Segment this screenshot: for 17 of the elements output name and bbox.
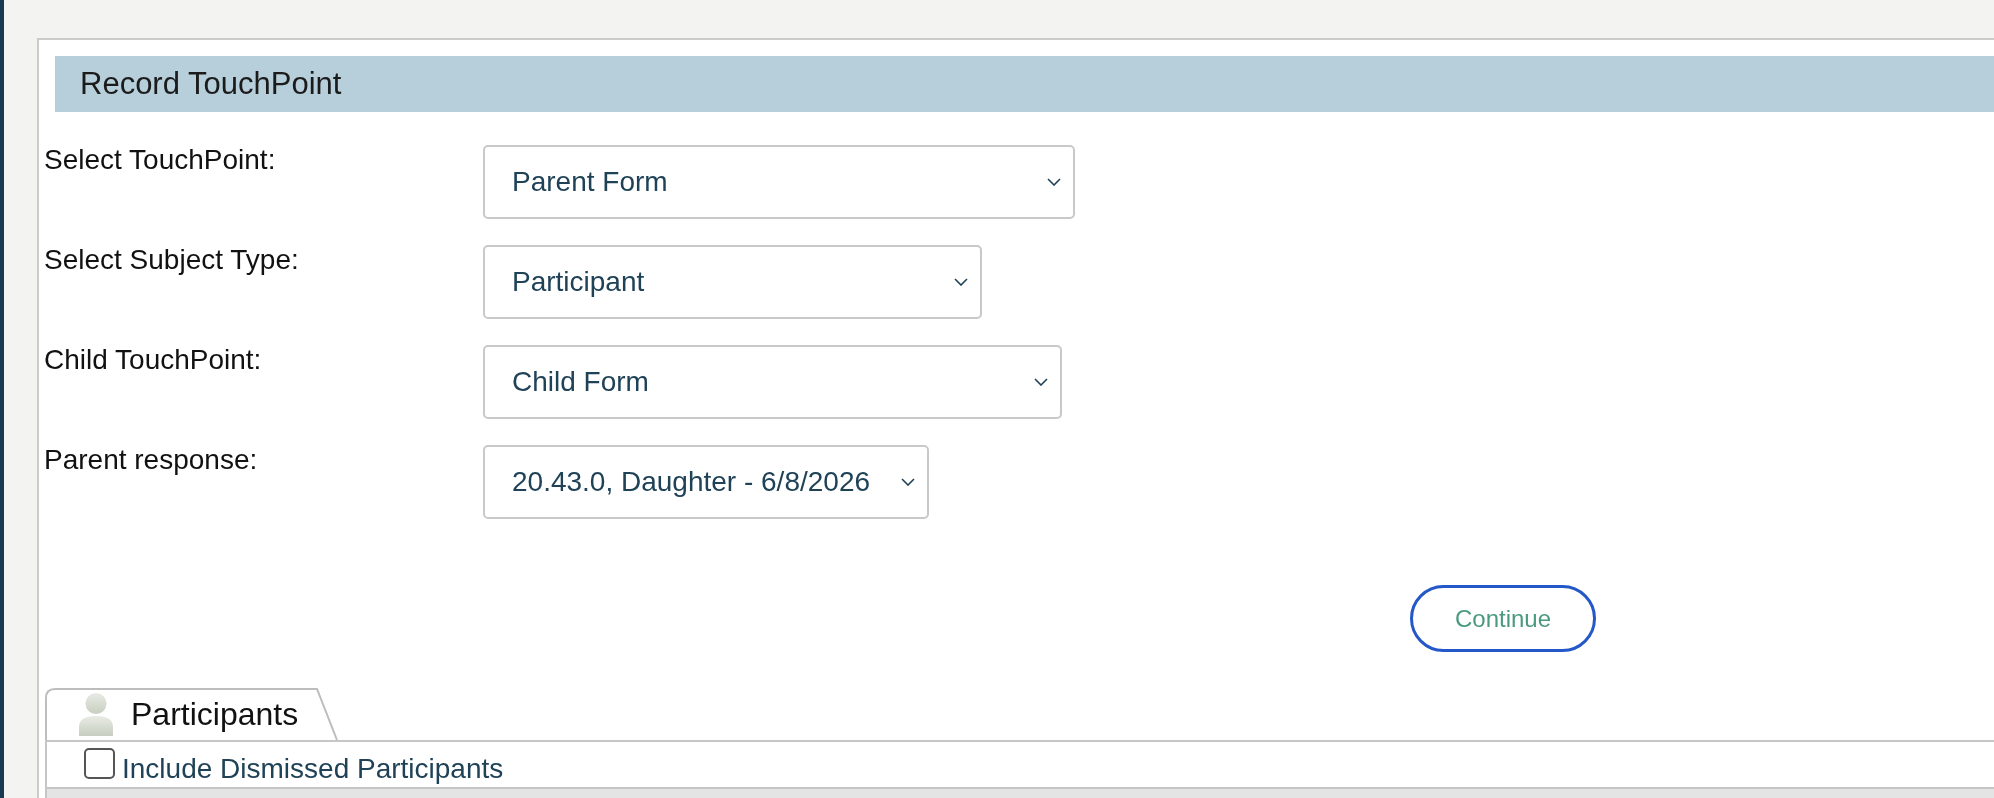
touchpoint-dropdown[interactable]: Parent Form [483, 145, 1075, 219]
chevron-down-icon [1047, 178, 1061, 186]
field-label: Select TouchPoint: [44, 145, 276, 176]
chevron-down-icon [901, 478, 915, 486]
chevron-down-icon [1034, 378, 1048, 386]
field-label: Select Subject Type: [44, 245, 299, 276]
checkbox-label[interactable]: Include Dismissed Participants [122, 755, 504, 783]
parent-response-dropdown[interactable]: 20.43.0, Daughter - 6/8/2026 [483, 445, 929, 519]
subject-type-dropdown[interactable]: Participant [483, 245, 982, 319]
child-touchpoint-dropdown[interactable]: Child Form [483, 345, 1062, 419]
section-header: Record TouchPoint [55, 56, 1994, 112]
chevron-down-icon [954, 278, 968, 286]
person-icon [77, 692, 115, 736]
participants-tab[interactable]: Participants [45, 688, 338, 740]
include-dismissed-checkbox[interactable] [84, 748, 115, 779]
field-label: Child TouchPoint: [44, 345, 262, 376]
field-label: Parent response: [44, 445, 258, 476]
